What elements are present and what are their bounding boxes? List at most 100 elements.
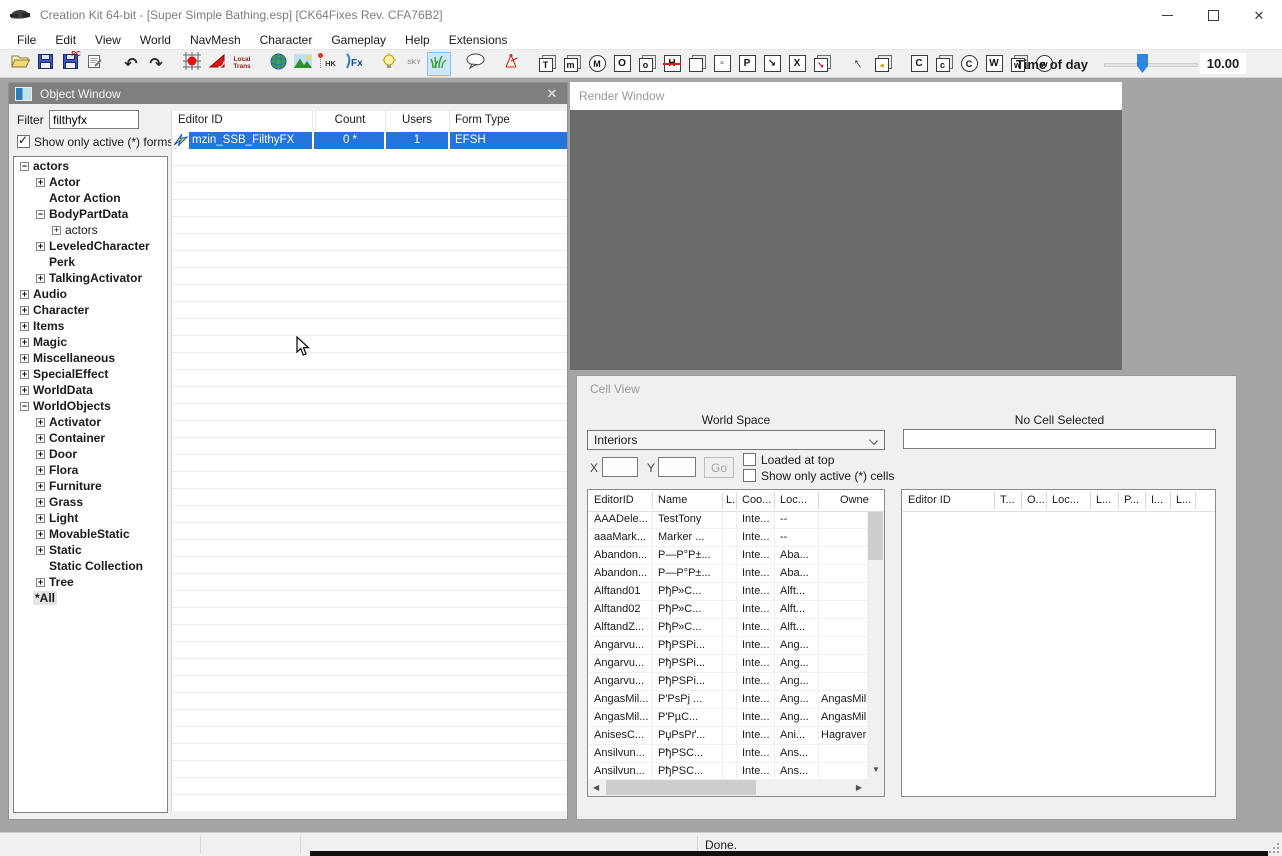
render-viewport[interactable] bbox=[570, 110, 1122, 370]
tree-item-actor-action[interactable]: Actor Action bbox=[14, 190, 167, 206]
cell-row[interactable]: aaaMark...Marker ...Inte...-- bbox=[588, 529, 867, 547]
column-header-users[interactable]: Users bbox=[385, 114, 449, 126]
cell-row[interactable]: Alftand02РђР»С...Inte...Alft... bbox=[588, 601, 867, 619]
expand-icon[interactable]: + bbox=[36, 498, 45, 507]
cell-row[interactable]: Angarvu...РђРЅРі...Inte...Ang... bbox=[588, 655, 867, 673]
expand-icon[interactable]: + bbox=[36, 482, 45, 491]
go-button[interactable]: Go bbox=[704, 457, 734, 478]
column-header-coo-3[interactable]: Coo... bbox=[742, 494, 771, 506]
column-header-form-type[interactable]: Form Type bbox=[455, 114, 510, 126]
cell-row[interactable]: AlftandZ...РђР»С...Inte...Alft... bbox=[588, 619, 867, 637]
column-header-loc-4[interactable]: Loc... bbox=[780, 494, 807, 506]
menu-item-character[interactable]: Character bbox=[251, 31, 323, 49]
toolbar-heightmap-editing-button[interactable] bbox=[499, 52, 523, 76]
tree-item-bodypartdata[interactable]: −BodyPartData bbox=[14, 206, 167, 222]
x-input[interactable] bbox=[602, 457, 638, 477]
tree-item-worldobjects[interactable]: −WorldObjects bbox=[14, 398, 167, 414]
column-header-name-1[interactable]: Name bbox=[658, 494, 687, 506]
toolbar-toggle-grass-button[interactable] bbox=[427, 52, 451, 76]
column-header-editor-id[interactable]: Editor ID bbox=[178, 114, 223, 126]
toolbar-marker-portal-button[interactable]: P bbox=[735, 52, 759, 76]
scroll-down-icon[interactable]: ▼ bbox=[872, 766, 880, 774]
object-window-titlebar[interactable]: Object Window ✕ bbox=[9, 83, 567, 104]
cell-row[interactable]: Ansilvun...РђРЅС...Inte...Ans... bbox=[588, 763, 867, 779]
time-of-day-slider-thumb[interactable] bbox=[1137, 54, 1148, 73]
render-window-titlebar[interactable]: Render Window bbox=[570, 82, 1122, 110]
cell-list-vscrollbar[interactable]: ▲ ▼ bbox=[867, 490, 884, 779]
toolbar-navmesh-arrow-button[interactable]: ↑ bbox=[846, 52, 870, 76]
tree-item-activator[interactable]: +Activator bbox=[14, 414, 167, 430]
collapse-icon[interactable]: − bbox=[20, 402, 29, 411]
tree-item-audio[interactable]: +Audio bbox=[14, 286, 167, 302]
toolbar-toggle-water-fx-button[interactable]: Fx bbox=[341, 52, 365, 76]
column-header-editorid-0[interactable]: EditorID bbox=[594, 494, 634, 506]
object-row[interactable]: mzin_SSB_FilthyFX 0 * 1 EFSH bbox=[172, 132, 567, 149]
toolbar-marker-room-bounds-button[interactable]: ↘ bbox=[760, 52, 784, 76]
cell-row[interactable]: Angarvu...РђРЅРі...Inte...Ang... bbox=[588, 637, 867, 655]
column-header-l-2[interactable]: L. bbox=[726, 494, 735, 506]
tree-item-tree[interactable]: +Tree bbox=[14, 574, 167, 590]
hscroll-thumb[interactable] bbox=[606, 780, 756, 795]
tree-item-talkingactivator[interactable]: +TalkingActivator bbox=[14, 270, 167, 286]
y-input[interactable] bbox=[658, 457, 696, 477]
ref-column-header-l-7[interactable]: L... bbox=[1176, 494, 1191, 506]
toolbar-toggle-lights-button[interactable] bbox=[377, 52, 401, 76]
ref-column-header-i-6[interactable]: I... bbox=[1151, 494, 1163, 506]
toolbar-marker-collision-cube-button[interactable]: c bbox=[932, 52, 956, 76]
tree-item-worlddata[interactable]: +WorldData bbox=[14, 382, 167, 398]
cell-list-hscrollbar[interactable]: ◀ ▶ bbox=[588, 779, 867, 796]
toolbar-marker-temp-button[interactable]: T bbox=[535, 52, 559, 76]
ref-column-header-editor-id-0[interactable]: Editor ID bbox=[908, 494, 951, 506]
expand-icon[interactable]: + bbox=[20, 306, 29, 315]
collapse-icon[interactable]: − bbox=[36, 210, 45, 219]
expand-icon[interactable]: + bbox=[36, 578, 45, 587]
filter-input[interactable] bbox=[49, 110, 139, 129]
toolbar-redo-button[interactable]: ↷ bbox=[144, 52, 168, 76]
expand-icon[interactable]: + bbox=[36, 274, 45, 283]
toolbar-marker-sound-cube-button[interactable]: ◂ bbox=[871, 52, 895, 76]
tree-item-leveledcharacter[interactable]: +LeveledCharacter bbox=[14, 238, 167, 254]
cell-row[interactable]: Ansilvun...РђРЅС...Inte...Ans... bbox=[588, 745, 867, 763]
ref-column-header-p-5[interactable]: P... bbox=[1124, 494, 1139, 506]
toolbar-marker-multibound-button[interactable]: m bbox=[560, 52, 584, 76]
show-only-active-forms-checkbox[interactable]: ✓ bbox=[17, 135, 30, 148]
expand-icon[interactable]: + bbox=[20, 338, 29, 347]
tree-item-static-collection[interactable]: Static Collection bbox=[14, 558, 167, 574]
toolbar-marker-cube-button[interactable] bbox=[685, 52, 709, 76]
tree-item-perk[interactable]: Perk bbox=[14, 254, 167, 270]
toolbar-local-rotation-button[interactable]: Local Trans bbox=[230, 52, 254, 76]
expand-icon[interactable]: + bbox=[36, 178, 45, 187]
toolbar-dialogue-button[interactable] bbox=[463, 52, 487, 76]
tree-item-grass[interactable]: +Grass bbox=[14, 494, 167, 510]
expand-icon[interactable]: + bbox=[36, 466, 45, 475]
menu-item-extensions[interactable]: Extensions bbox=[440, 31, 518, 49]
menu-item-gameplay[interactable]: Gameplay bbox=[322, 31, 396, 49]
vscroll-thumb[interactable] bbox=[868, 508, 883, 560]
toolbar-snap-to-grid-button[interactable] bbox=[180, 52, 204, 76]
expand-icon[interactable]: + bbox=[20, 386, 29, 395]
menu-item-world[interactable]: World bbox=[131, 31, 181, 49]
expand-icon[interactable]: + bbox=[36, 546, 45, 555]
toolbar-toggle-sky-button[interactable]: SKY bbox=[402, 52, 426, 76]
column-header-owne-5[interactable]: Owne bbox=[840, 494, 869, 506]
tree-item-static[interactable]: +Static bbox=[14, 542, 167, 558]
toolbar-marker-hinge-button[interactable]: H bbox=[660, 52, 684, 76]
cell-row[interactable]: Abandon...Р—Р°Р±...Inte...Aba... bbox=[588, 547, 867, 565]
cell-row[interactable]: Abandon...Р—Р°Р±...Inte...Aba... bbox=[588, 565, 867, 583]
toolbar-marker-occlusion-cube-button[interactable]: o bbox=[635, 52, 659, 76]
tree-item-miscellaneous[interactable]: +Miscellaneous bbox=[14, 350, 167, 366]
toolbar-marker-water-button[interactable]: W bbox=[982, 52, 1006, 76]
menu-item-navmesh[interactable]: NavMesh bbox=[181, 31, 251, 49]
world-space-select[interactable]: Interiors bbox=[587, 430, 885, 450]
cell-row[interactable]: AngasMil...Р'РѕРј ...Inte...Ang...AngasM… bbox=[588, 691, 867, 709]
tree-item-flora[interactable]: +Flora bbox=[14, 462, 167, 478]
loaded-at-top-checkbox[interactable]: ✓ bbox=[743, 453, 756, 466]
tree-item-furniture[interactable]: +Furniture bbox=[14, 478, 167, 494]
expand-icon[interactable]: + bbox=[36, 418, 45, 427]
menu-item-file[interactable]: File bbox=[8, 31, 46, 49]
menu-item-view[interactable]: View bbox=[86, 31, 131, 49]
toolbar-open-button[interactable] bbox=[8, 52, 32, 76]
ref-column-header-t-1[interactable]: T... bbox=[1000, 494, 1015, 506]
expand-icon[interactable]: + bbox=[52, 226, 61, 235]
cell-row[interactable]: AnisesC...РџРѕРґ...Inte...Ani...Hagraver bbox=[588, 727, 867, 745]
